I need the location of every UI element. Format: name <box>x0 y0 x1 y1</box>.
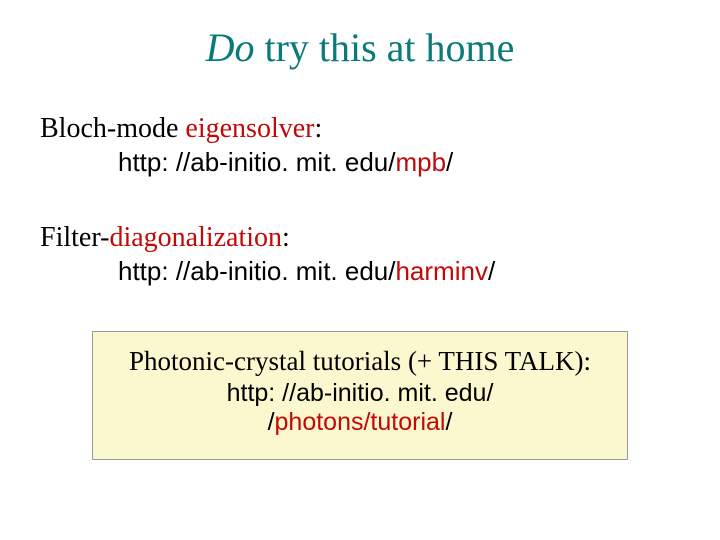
callout-url2-suffix: / <box>445 408 452 436</box>
section-filter-diag: Filter-diagonalization: http: //ab-initi… <box>40 222 680 287</box>
section-label: Filter-diagonalization: <box>40 222 680 254</box>
url-suffix: / <box>488 256 495 286</box>
url-prefix: http: //ab-initio. mit. edu/ <box>118 147 395 177</box>
url-highlight: mpb <box>395 147 446 177</box>
label-suffix: : <box>282 222 290 253</box>
callout-label: Photonic-crystal tutorials (+ THIS TALK)… <box>109 346 611 377</box>
callout-url2-highlight: photons/tutorial <box>275 408 446 436</box>
slide: Do try this at home Bloch-mode eigensolv… <box>0 0 720 540</box>
section-bloch-mode: Bloch-mode eigensolver: http: //ab-initi… <box>40 113 680 178</box>
label-prefix: Filter- <box>40 222 109 253</box>
label-highlight: eigensolver <box>185 113 314 144</box>
slide-title: Do try this at home <box>40 24 680 71</box>
url-prefix: http: //ab-initio. mit. edu/ <box>118 256 395 286</box>
url-suffix: / <box>446 147 453 177</box>
title-emphasis: Do <box>206 25 255 70</box>
callout-url2-prefix: / <box>268 408 275 436</box>
label-suffix: : <box>314 113 322 144</box>
section-url: http: //ab-initio. mit. edu/mpb/ <box>118 147 680 178</box>
label-prefix: Bloch-mode <box>40 113 185 144</box>
callout-url-line1: http: //ab-initio. mit. edu/ <box>109 379 611 408</box>
label-highlight: diagonalization <box>109 222 282 253</box>
section-label: Bloch-mode eigensolver: <box>40 113 680 145</box>
callout-label-suffix: (+ THIS TALK): <box>401 346 591 376</box>
callout-url-line2: /photons/tutorial/ <box>109 408 611 437</box>
callout-box: Photonic-crystal tutorials (+ THIS TALK)… <box>92 331 628 460</box>
title-rest: try this at home <box>254 25 514 70</box>
callout-label-prefix: Photonic-crystal tutorials <box>129 346 401 376</box>
url-highlight: harminv <box>395 256 487 286</box>
section-url: http: //ab-initio. mit. edu/harminv/ <box>118 256 680 287</box>
